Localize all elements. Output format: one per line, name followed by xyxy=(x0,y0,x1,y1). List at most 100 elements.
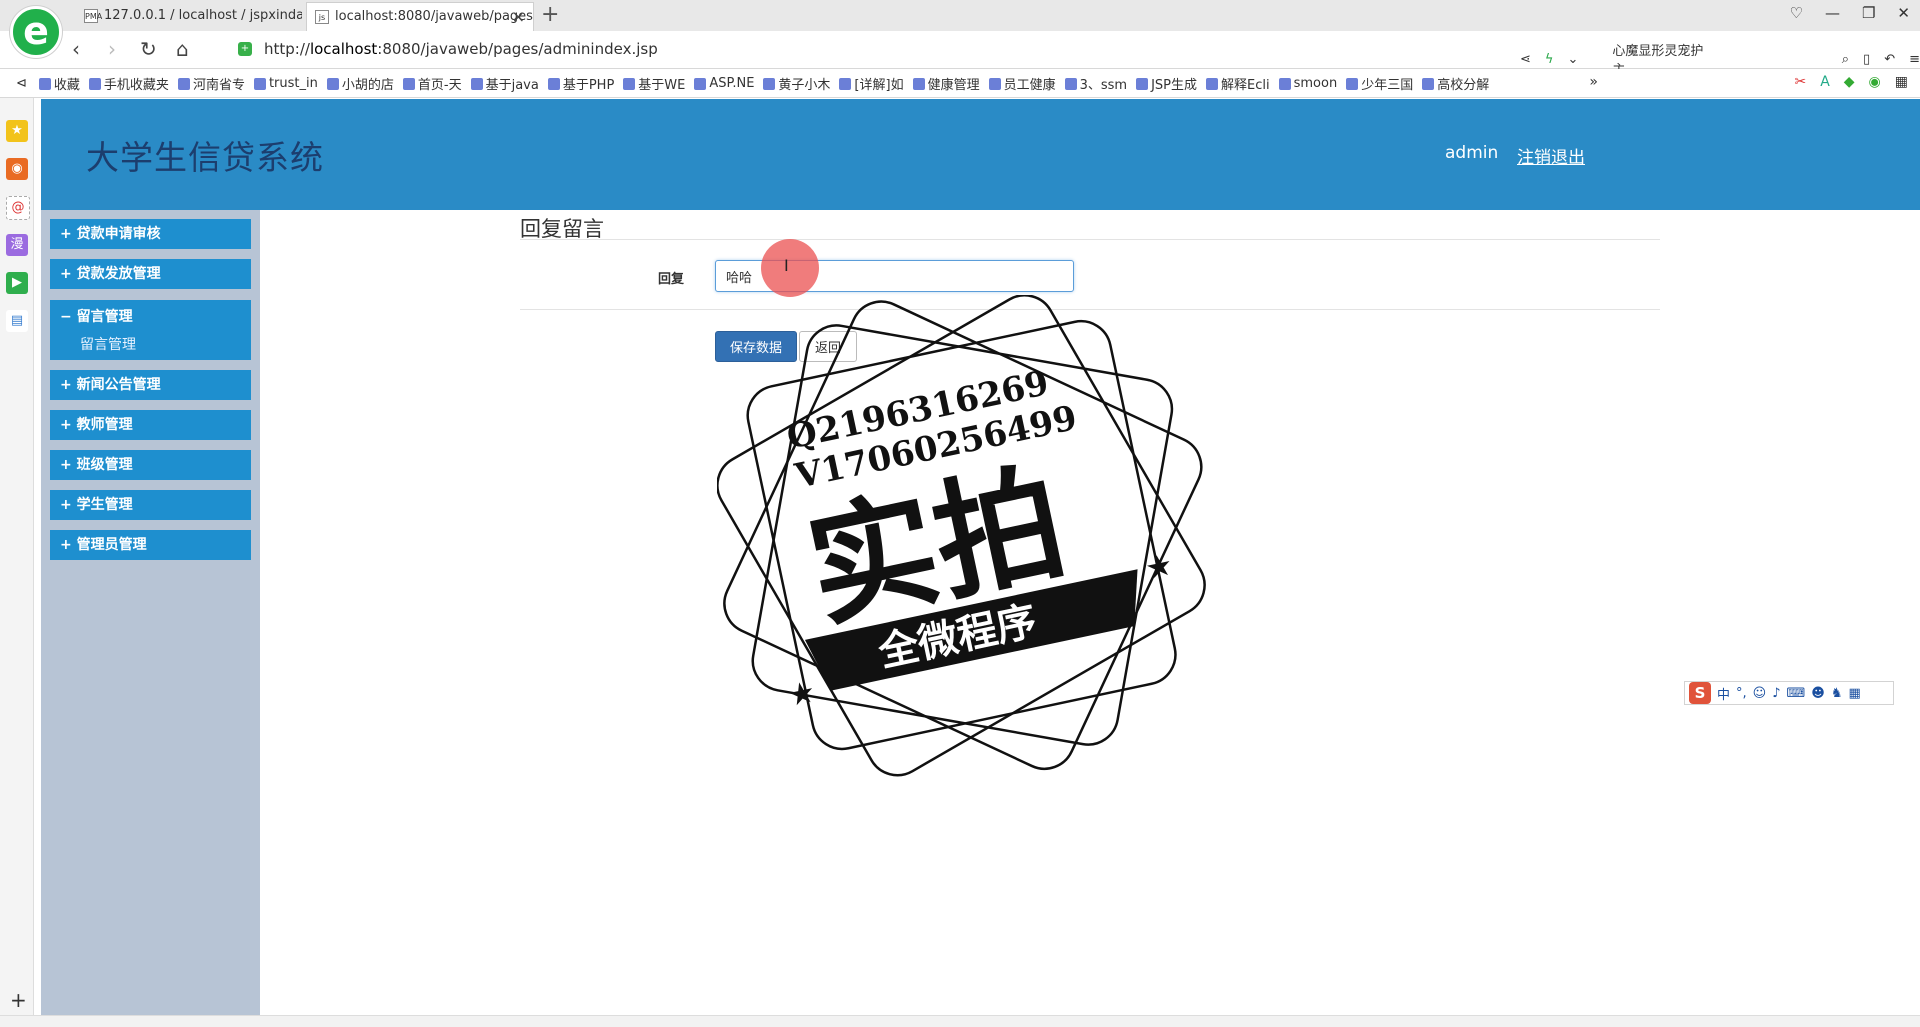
sidebar-item-admins[interactable]: + 管理员管理 xyxy=(50,530,251,560)
bookmark-item[interactable]: 基于java xyxy=(470,74,539,93)
bookmark-item[interactable]: 3、ssm xyxy=(1064,74,1128,93)
bookmark-item[interactable]: 首页-天 xyxy=(402,74,462,93)
bookmarks-list: ⊲ 收藏 手机收藏夹 河南省专 trust_in 小胡的店 首页-天 基于java 基于PHP… xyxy=(16,74,1498,93)
bookmark-label: 基于java xyxy=(485,78,539,93)
bookmark-favicon-icon xyxy=(763,77,776,90)
bookmark-item[interactable]: trust_in xyxy=(253,74,318,93)
bookmark-favicon-icon xyxy=(1136,77,1149,90)
sidebar-subitem-message-management[interactable]: 留言管理 xyxy=(50,326,251,354)
favorites-star-icon[interactable]: ★ xyxy=(6,120,28,142)
logout-link[interactable]: 注销退出 xyxy=(1517,143,1585,168)
sidebar-item-classes[interactable]: + 班级管理 xyxy=(50,450,251,480)
bookmark-item[interactable]: 收藏 xyxy=(38,74,80,93)
weibo-icon[interactable]: ◉ xyxy=(6,158,28,180)
bookmark-label: 基于PHP xyxy=(562,78,615,93)
sidebar-item-messages[interactable]: − 留言管理 xyxy=(50,300,251,326)
bookmark-favicon-icon xyxy=(623,77,636,90)
page-title: 大学生信贷系统 xyxy=(86,138,324,177)
bookmark-item[interactable]: 少年三国 xyxy=(1346,74,1413,93)
bookmark-label: 河南省专 xyxy=(192,78,245,93)
bookmark-label: 首页-天 xyxy=(417,78,462,93)
bookmarks-right-tools: » ✂ A ◆ ◉ ▦ xyxy=(1589,74,1908,90)
back-icon[interactable]: ‹ xyxy=(72,37,80,61)
scissors-icon[interactable]: ✂ xyxy=(1794,74,1806,90)
close-tab-icon[interactable]: × xyxy=(512,3,525,31)
video-icon[interactable]: ▶ xyxy=(6,272,28,294)
click-highlight xyxy=(761,239,819,297)
keyboard-icon[interactable]: ⌨ xyxy=(1787,686,1806,701)
apps-grid-icon[interactable]: ▦ xyxy=(1895,74,1908,90)
browser-tab-phpmyadmin[interactable]: PMA 127.0.0.1 / localhost / jspxinda xyxy=(76,2,302,31)
sidebar-group-messages: − 留言管理 留言管理 xyxy=(50,300,251,360)
address-bar[interactable]: + http://localhost:8080/javaweb/pages/ad… xyxy=(234,36,1504,63)
menu-icon[interactable]: ≡ xyxy=(1909,52,1920,67)
bookmark-label: 黄子小木 xyxy=(778,78,831,93)
device-icon[interactable]: ▯ xyxy=(1863,52,1870,67)
bookmark-item[interactable]: 黄子小木 xyxy=(763,74,830,93)
new-tab-button[interactable]: + xyxy=(541,2,559,28)
bookmark-item[interactable]: smoon xyxy=(1278,74,1338,93)
tab-label: 127.0.0.1 / localhost / jspxinda xyxy=(104,8,302,23)
game-icon[interactable]: ◉ xyxy=(1869,74,1881,90)
user-icon[interactable]: ☻ xyxy=(1811,686,1825,701)
bookmark-item[interactable]: 河南省专 xyxy=(177,74,245,93)
microphone-icon[interactable]: ♪ xyxy=(1772,686,1780,701)
sidebar-toggle-icon[interactable]: ⊲ xyxy=(16,74,27,93)
bookmark-favicon-icon xyxy=(88,77,101,90)
sidebar-item-loan-review[interactable]: + 贷款申请审核 xyxy=(50,219,251,249)
bookmark-item[interactable]: 基于PHP xyxy=(547,74,615,93)
sidebar-item-students[interactable]: + 学生管理 xyxy=(50,490,251,520)
ime-mode-toggle[interactable]: 中 xyxy=(1717,684,1730,703)
close-window-icon[interactable]: ✕ xyxy=(1897,4,1910,22)
sogou-logo-icon[interactable]: S xyxy=(1689,682,1711,704)
translate-icon[interactable]: A xyxy=(1820,74,1830,90)
browser-tab-active[interactable]: js localhost:8080/javaweb/pages × xyxy=(306,2,534,31)
punctuation-icon[interactable]: °, xyxy=(1736,686,1747,701)
current-user: admin xyxy=(1445,143,1499,163)
add-dock-item-icon[interactable]: + xyxy=(10,988,27,1012)
bookmark-label: 手机收藏夹 xyxy=(103,78,169,93)
bookmark-item[interactable]: 健康管理 xyxy=(912,74,980,93)
bookmark-item[interactable]: [详解]如 xyxy=(839,74,904,93)
chevron-down-icon[interactable]: ⌄ xyxy=(1567,52,1578,67)
bookmark-item[interactable]: 高校分解 xyxy=(1422,74,1489,93)
emoji-icon[interactable]: ☺ xyxy=(1753,686,1767,701)
sidebar-item-news[interactable]: + 新闻公告管理 xyxy=(50,370,251,400)
email-icon[interactable]: @ xyxy=(6,196,30,220)
lightning-icon[interactable]: ϟ xyxy=(1545,52,1554,67)
minimize-icon[interactable]: — xyxy=(1825,4,1840,22)
undo-icon[interactable]: ↶ xyxy=(1884,52,1895,67)
bookmark-label: 高校分解 xyxy=(1437,78,1490,93)
bookmark-favicon-icon xyxy=(177,77,190,90)
bookmark-item[interactable]: JSP生成 xyxy=(1136,74,1197,93)
bookmark-favicon-icon xyxy=(402,77,415,90)
sidebar-item-loan-disbursement[interactable]: + 贷款发放管理 xyxy=(50,259,251,289)
bookmark-label: 小胡的店 xyxy=(341,78,394,93)
bookmark-label: 员工健康 xyxy=(1003,78,1056,93)
document-icon[interactable]: ▤ xyxy=(6,310,28,332)
bookmark-favicon-icon xyxy=(988,77,1001,90)
bookmark-item[interactable]: ASP.NE xyxy=(694,74,754,93)
home-icon[interactable]: ⌂ xyxy=(176,37,189,61)
comic-icon[interactable]: 漫 xyxy=(6,234,28,256)
bookmark-item[interactable]: 员工健康 xyxy=(988,74,1056,93)
search-icon[interactable]: ⌕ xyxy=(1842,52,1849,67)
bookmark-item[interactable]: 手机收藏夹 xyxy=(88,74,169,93)
bookmarks-more-icon[interactable]: » xyxy=(1589,74,1598,90)
shield-icon[interactable]: ◆ xyxy=(1844,74,1855,90)
bookmark-item[interactable]: 基于WE xyxy=(623,74,685,93)
bookmark-label: 3、ssm xyxy=(1079,78,1128,93)
bookmark-label: smoon xyxy=(1293,76,1338,91)
skin-icon[interactable]: ♡ xyxy=(1790,4,1803,22)
reply-label: 回复 xyxy=(658,272,685,287)
sidebar-item-teachers[interactable]: + 教师管理 xyxy=(50,410,251,440)
bookmark-item[interactable]: 解释Ecli xyxy=(1206,74,1270,93)
skin-shirt-icon[interactable]: ♞ xyxy=(1831,686,1843,701)
bookmark-item[interactable]: 小胡的店 xyxy=(326,74,394,93)
restore-icon[interactable]: ❐ xyxy=(1862,4,1875,22)
ime-toolbar: S 中 °, ☺ ♪ ⌨ ☻ ♞ ▦ xyxy=(1684,681,1894,705)
grid-icon[interactable]: ▦ xyxy=(1849,686,1861,701)
reload-icon[interactable]: ↻ xyxy=(140,37,157,61)
forward-icon[interactable]: › xyxy=(108,37,116,61)
share-icon[interactable]: ⋖ xyxy=(1520,52,1531,67)
